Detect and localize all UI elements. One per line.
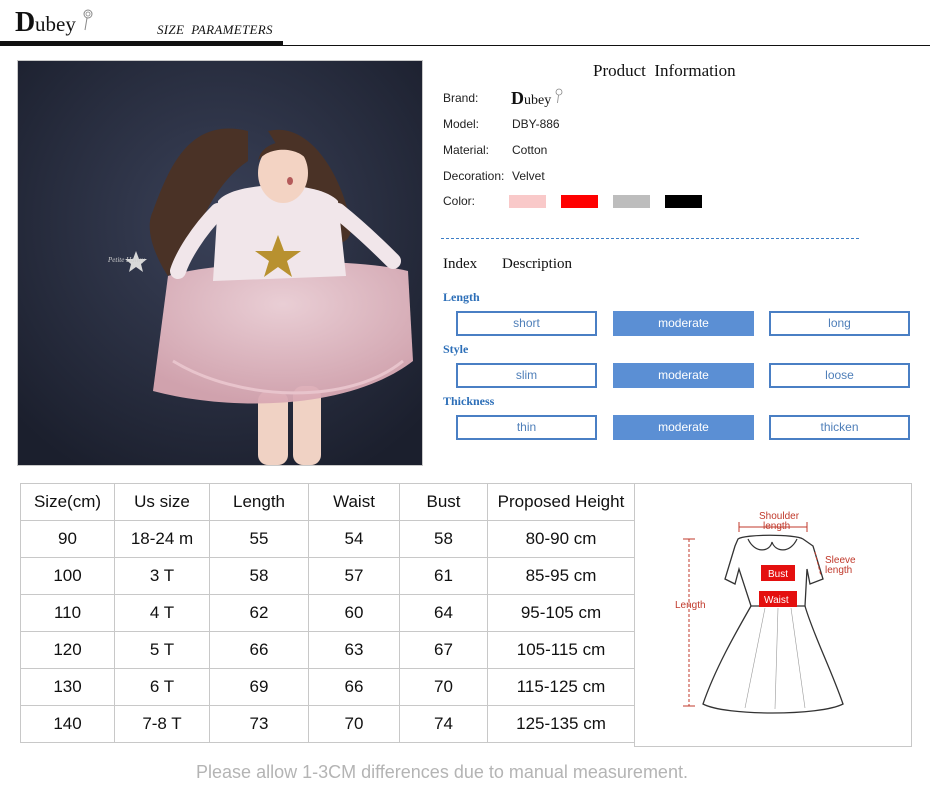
sleeve-label-2: length — [825, 565, 852, 576]
cell-size: 90 — [20, 520, 115, 558]
shirt-text: Petite Hailey — [107, 256, 146, 264]
brand-label: Brand: — [443, 91, 479, 105]
table-row: 100 3 T 58 57 61 85-95 cm — [20, 557, 635, 595]
cell-length: 62 — [209, 594, 309, 632]
material-value: Cotton — [512, 143, 548, 157]
cell-length: 73 — [209, 705, 309, 743]
table-header-row: Size(cm) Us size Length Waist Bust Propo… — [20, 483, 635, 521]
dubey-logo: D ubey — [15, 7, 93, 38]
cell-bust: 70 — [399, 668, 488, 706]
decoration-value: Velvet — [512, 169, 545, 183]
length-option-short[interactable]: short — [456, 311, 597, 336]
model-value: DBY-886 — [512, 117, 560, 131]
cell-waist: 66 — [308, 668, 400, 706]
color-swatch-red[interactable] — [561, 195, 598, 208]
cell-length: 66 — [209, 631, 309, 669]
table-row: 90 18-24 m 55 54 58 80-90 cm — [20, 520, 635, 558]
style-option-loose[interactable]: loose — [769, 363, 910, 388]
cell-size: 120 — [20, 631, 115, 669]
thickness-option-thin[interactable]: thin — [456, 415, 597, 440]
cell-size: 140 — [20, 705, 115, 743]
header-bust: Bust — [399, 483, 488, 521]
cell-us-size: 7-8 T — [114, 705, 210, 743]
cell-waist: 60 — [308, 594, 400, 632]
cell-waist: 63 — [308, 631, 400, 669]
section-title: SIZE PARAMETERS — [157, 22, 273, 37]
model-label: Model: — [443, 117, 480, 131]
cell-us-size: 18-24 m — [114, 520, 210, 558]
header-bar-thick — [0, 41, 283, 46]
svg-text:ubey: ubey — [35, 12, 76, 36]
length-option-long[interactable]: long — [769, 311, 910, 336]
cell-bust: 61 — [399, 557, 488, 595]
svg-text:ubey: ubey — [524, 93, 551, 108]
header-proposed-height: Proposed Height — [487, 483, 635, 521]
cell-size: 110 — [20, 594, 115, 632]
svg-text:D: D — [511, 88, 524, 108]
length-option-moderate[interactable]: moderate — [613, 311, 754, 336]
cell-proposed-height: 85-95 cm — [487, 557, 635, 595]
cell-bust: 58 — [399, 520, 488, 558]
table-row: 130 6 T 69 66 70 115-125 cm — [20, 668, 635, 706]
cell-us-size: 4 T — [114, 594, 210, 632]
color-label: Color: — [443, 194, 476, 208]
color-swatch-gray[interactable] — [613, 195, 650, 208]
cell-waist: 57 — [308, 557, 400, 595]
size-table: Size(cm) Us size Length Waist Bust Propo… — [20, 483, 635, 743]
cell-length: 55 — [209, 520, 309, 558]
header-us-size: Us size — [114, 483, 210, 521]
cell-bust: 67 — [399, 631, 488, 669]
style-option-slim[interactable]: slim — [456, 363, 597, 388]
table-row: 110 4 T 62 60 64 95-105 cm — [20, 594, 635, 632]
bust-label: Bust — [768, 569, 788, 580]
shoulder-label-2: length — [763, 521, 790, 532]
cell-size: 100 — [20, 557, 115, 595]
table-row: 120 5 T 66 63 67 105-115 cm — [20, 631, 635, 669]
cell-waist: 70 — [308, 705, 400, 743]
cell-length: 58 — [209, 557, 309, 595]
cell-proposed-height: 95-105 cm — [487, 594, 635, 632]
svg-text:D: D — [15, 7, 35, 38]
measurement-note: Please allow 1-3CM differences due to ma… — [196, 762, 688, 782]
header-rule — [283, 45, 930, 46]
product-photo: Petite Hailey — [17, 60, 423, 466]
length-label: Length — [443, 290, 480, 304]
decoration-label: Decoration: — [443, 169, 505, 183]
cell-proposed-height: 80-90 cm — [487, 520, 635, 558]
thickness-label: Thickness — [443, 394, 495, 408]
header-size: Size(cm) — [20, 483, 115, 521]
cell-length: 69 — [209, 668, 309, 706]
style-label: Style — [443, 342, 469, 356]
style-option-moderate[interactable]: moderate — [613, 363, 754, 388]
cell-us-size: 6 T — [114, 668, 210, 706]
header-waist: Waist — [308, 483, 400, 521]
color-swatch-black[interactable] — [665, 195, 702, 208]
cell-bust: 74 — [399, 705, 488, 743]
header-length: Length — [209, 483, 309, 521]
color-swatch-pink[interactable] — [509, 195, 546, 208]
index-heading: Index — [443, 256, 478, 272]
cell-size: 130 — [20, 668, 115, 706]
cell-waist: 54 — [308, 520, 400, 558]
cell-proposed-height: 125-135 cm — [487, 705, 635, 743]
cell-proposed-height: 105-115 cm — [487, 631, 635, 669]
dress-measurement-diagram: Shoulder length Sleeve length Length Bus… — [634, 483, 912, 747]
thickness-option-moderate[interactable]: moderate — [613, 415, 754, 440]
product-info-title: Product Information — [593, 61, 736, 80]
length-label-diagram: Length — [675, 600, 706, 611]
thickness-option-thicken[interactable]: thicken — [769, 415, 910, 440]
waist-label: Waist — [764, 595, 789, 606]
cell-bust: 64 — [399, 594, 488, 632]
table-row: 140 7-8 T 73 70 74 125-135 cm — [20, 705, 635, 743]
cell-us-size: 5 T — [114, 631, 210, 669]
cell-proposed-height: 115-125 cm — [487, 668, 635, 706]
brand-logo: D ubey — [511, 88, 563, 108]
cell-us-size: 3 T — [114, 557, 210, 595]
material-label: Material: — [443, 143, 490, 157]
description-heading: Description — [502, 256, 572, 272]
dashed-divider — [441, 238, 859, 239]
